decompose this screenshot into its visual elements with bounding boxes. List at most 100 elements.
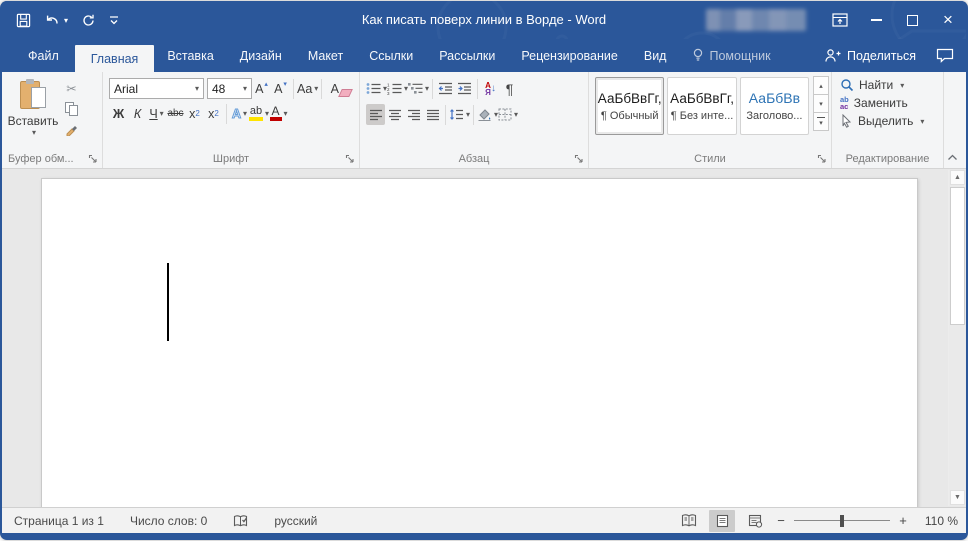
minimize-button[interactable] xyxy=(858,1,894,39)
decrease-indent-button[interactable] xyxy=(436,78,455,99)
style-no-spacing[interactable]: АаБбВвГг, ¶ Без инте... xyxy=(667,77,737,135)
numbering-button[interactable]: 123 ▾ xyxy=(387,78,408,99)
subscript-button[interactable]: x2 xyxy=(185,103,204,124)
read-mode-button[interactable] xyxy=(676,510,702,532)
vertical-scrollbar[interactable]: ▲ ▼ xyxy=(948,170,965,506)
share-person-icon xyxy=(825,49,841,62)
styles-scroll-down-button[interactable]: ▾ xyxy=(813,94,829,113)
highlight-color-button[interactable]: ab ▾ xyxy=(249,103,269,124)
styles-scroll-up-button[interactable]: ▴ xyxy=(813,76,829,95)
bullets-button[interactable]: ▾ xyxy=(366,78,387,99)
styles-dialog-launcher[interactable] xyxy=(817,154,827,164)
align-right-button[interactable] xyxy=(404,104,423,125)
dropdown-icon: ▾ xyxy=(900,80,905,90)
word-count[interactable]: Число слов: 0 xyxy=(130,514,207,528)
select-button[interactable]: Выделить ▾ xyxy=(840,114,941,128)
borders-button[interactable]: ▾ xyxy=(498,104,518,125)
align-left-button[interactable] xyxy=(366,104,385,125)
customize-qat-icon xyxy=(110,16,119,25)
tab-home[interactable]: Главная xyxy=(74,45,155,72)
maximize-button[interactable] xyxy=(894,1,930,39)
italic-button[interactable]: К xyxy=(128,103,147,124)
align-center-button[interactable] xyxy=(385,104,404,125)
format-painter-button[interactable] xyxy=(62,119,81,138)
share-button[interactable]: Поделиться xyxy=(824,48,916,63)
clear-formatting-button[interactable]: А xyxy=(325,78,344,99)
scroll-up-button[interactable]: ▲ xyxy=(950,170,965,185)
paste-button[interactable]: Вставить ▾ xyxy=(8,77,58,149)
strikethrough-button[interactable]: abc xyxy=(166,103,185,124)
page-indicator[interactable]: Страница 1 из 1 xyxy=(14,514,104,528)
shading-button[interactable]: ▾ xyxy=(477,104,498,125)
redo-button[interactable] xyxy=(81,13,96,28)
word-window: ▾ Как писать поверх линии в Ворде - Word… xyxy=(0,1,968,540)
tab-review[interactable]: Рецензирование xyxy=(508,39,631,72)
underline-button[interactable]: Ч ▾ xyxy=(147,103,166,124)
dropdown-icon[interactable]: ▾ xyxy=(64,16,68,25)
tab-file[interactable]: Файл xyxy=(12,39,75,72)
paragraph-dialog-launcher[interactable] xyxy=(574,154,584,164)
text-effects-button[interactable]: А ▾ xyxy=(230,103,249,124)
language-indicator[interactable]: русский xyxy=(274,514,317,528)
shrink-font-button[interactable]: А ▾ xyxy=(271,78,290,99)
clipboard-dialog-launcher[interactable] xyxy=(88,154,98,164)
sort-button[interactable]: АЯ ↓ xyxy=(481,78,500,99)
style-normal[interactable]: АаБбВвГг, ¶ Обычный xyxy=(595,77,665,135)
caret-up-icon: ▴ xyxy=(264,80,268,88)
replace-button[interactable]: ab ac Заменить xyxy=(840,96,941,111)
scroll-down-button[interactable]: ▼ xyxy=(950,490,965,505)
style-heading1[interactable]: АаБбВв Заголово... xyxy=(739,77,810,135)
tab-layout[interactable]: Макет xyxy=(295,39,356,72)
zoom-slider-handle[interactable] xyxy=(840,514,845,527)
multilevel-list-button[interactable]: ▾ xyxy=(408,78,429,99)
close-button[interactable]: × xyxy=(930,1,966,39)
zoom-in-button[interactable]: + xyxy=(897,513,909,528)
styles-more-button[interactable]: ▾ xyxy=(813,112,829,131)
dropdown-icon: ▾ xyxy=(283,109,288,118)
show-formatting-marks-button[interactable]: ¶ xyxy=(500,78,519,99)
tab-mailings[interactable]: Рассылки xyxy=(426,39,508,72)
zoom-out-button[interactable]: − xyxy=(775,513,787,528)
increase-indent-button[interactable] xyxy=(455,78,474,99)
zoom-slider[interactable] xyxy=(794,514,890,528)
justify-button[interactable] xyxy=(423,104,442,125)
cut-button[interactable]: ✂ xyxy=(62,79,81,98)
user-account-blurred xyxy=(706,9,806,31)
document-page[interactable] xyxy=(41,178,918,507)
font-size-combo[interactable]: 48 ▾ xyxy=(207,78,252,99)
paste-icon xyxy=(20,79,46,111)
web-layout-button[interactable] xyxy=(742,510,768,532)
tab-design[interactable]: Дизайн xyxy=(227,39,295,72)
undo-button[interactable]: ▾ xyxy=(44,12,68,28)
grow-font-button[interactable]: А ▴ xyxy=(252,78,271,99)
tab-references[interactable]: Ссылки xyxy=(356,39,426,72)
scrollbar-thumb[interactable] xyxy=(950,187,965,325)
tab-assistant[interactable]: Помощник xyxy=(679,39,783,72)
proofing-status[interactable] xyxy=(233,514,248,528)
read-mode-icon xyxy=(681,514,697,527)
minimize-icon xyxy=(870,19,882,21)
bold-button[interactable]: Ж xyxy=(109,103,128,124)
tab-view[interactable]: Вид xyxy=(631,39,680,72)
font-dialog-launcher[interactable] xyxy=(345,154,355,164)
comments-icon[interactable] xyxy=(936,48,954,63)
change-case-button[interactable]: Aa ▾ xyxy=(297,78,318,99)
font-family-combo[interactable]: Arial ▾ xyxy=(109,78,204,99)
line-spacing-button[interactable]: ▾ xyxy=(449,104,470,125)
save-icon[interactable] xyxy=(16,13,31,28)
lightbulb-icon xyxy=(694,48,703,61)
zoom-level[interactable]: 110 % xyxy=(916,514,958,528)
font-color-button[interactable]: А ▾ xyxy=(269,103,288,124)
copy-button[interactable] xyxy=(62,99,81,118)
collapse-ribbon-button[interactable] xyxy=(947,153,958,161)
ribbon-tab-row: Файл Главная Вставка Дизайн Макет Ссылки… xyxy=(2,39,966,72)
customize-qat-button[interactable] xyxy=(109,15,119,25)
shading-icon xyxy=(478,109,491,121)
superscript-button[interactable]: x2 xyxy=(204,103,223,124)
font-group-label: Шрифт xyxy=(212,153,250,165)
find-button[interactable]: Найти ▾ xyxy=(840,78,941,92)
text-cursor xyxy=(167,263,169,341)
print-layout-button[interactable] xyxy=(709,509,735,532)
ribbon-display-options-button[interactable] xyxy=(822,1,858,39)
tab-insert[interactable]: Вставка xyxy=(154,39,226,72)
